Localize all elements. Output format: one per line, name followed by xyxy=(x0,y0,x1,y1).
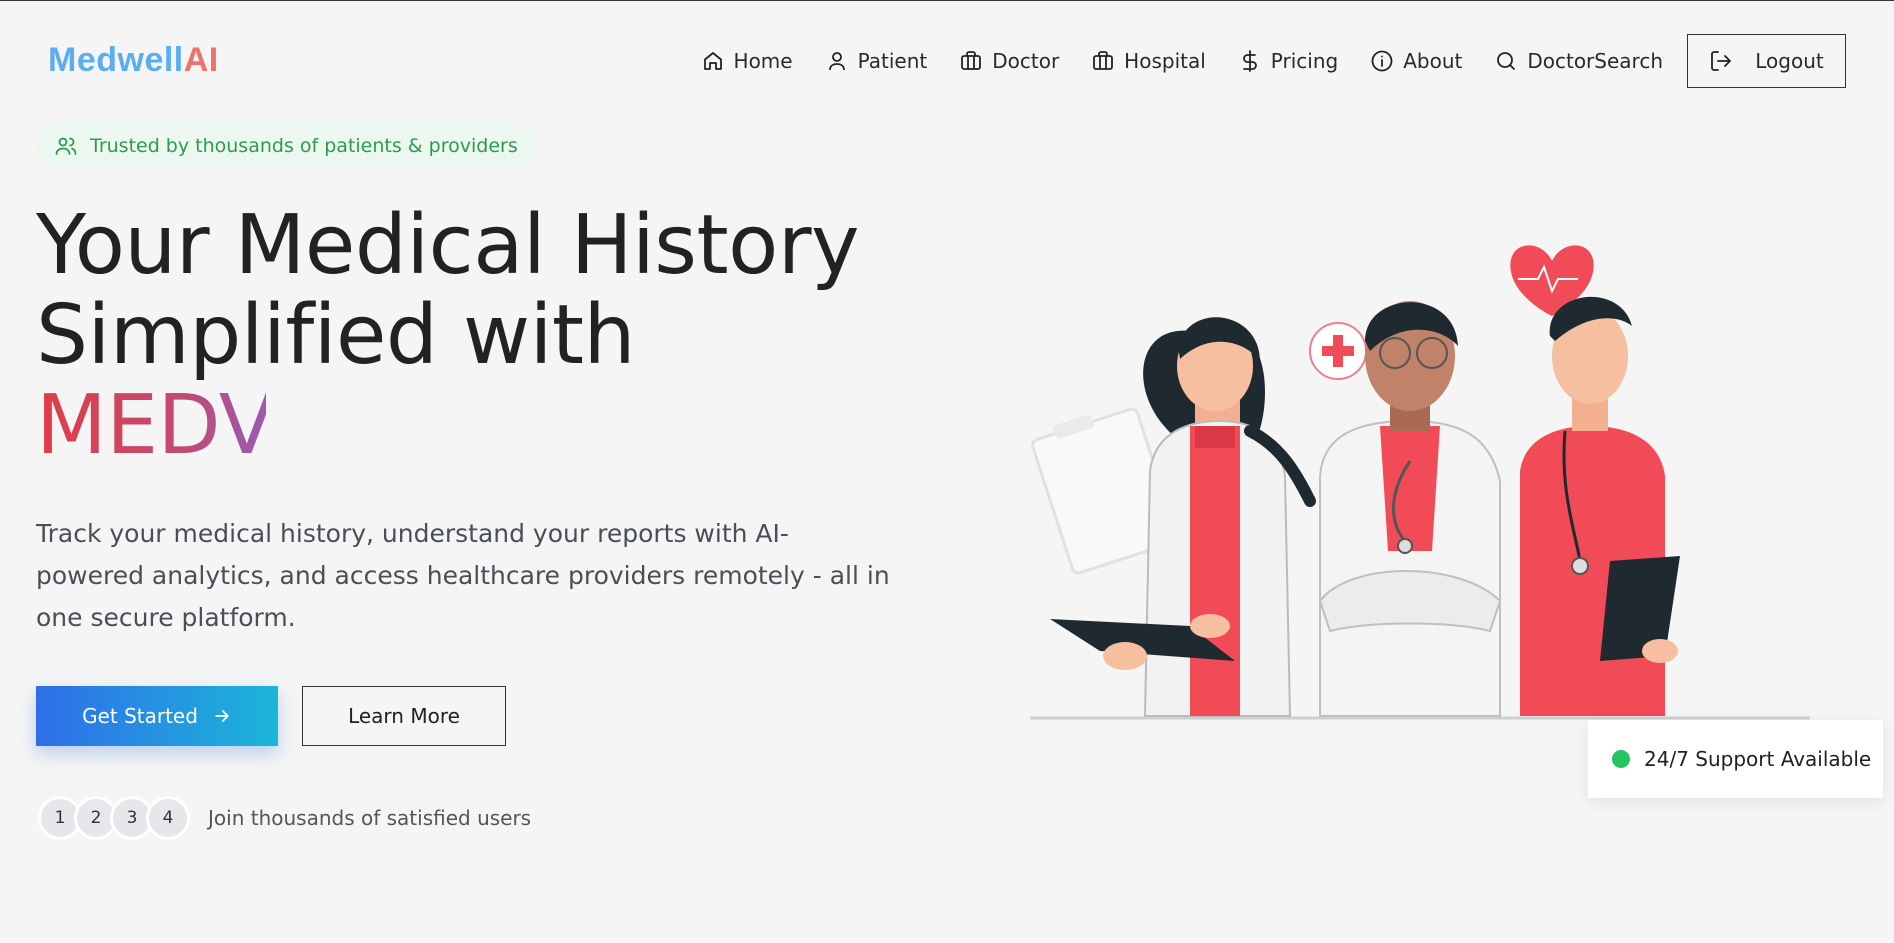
learn-more-button[interactable]: Learn More xyxy=(302,686,506,746)
user-avatars: 1 2 3 4 Join thousands of satisfied user… xyxy=(38,796,531,840)
search-icon xyxy=(1497,52,1516,70)
top-nav: Home Patient Doctor Hospital Pricing Abo… xyxy=(669,34,1846,88)
dollar-icon xyxy=(1242,50,1257,72)
nav-item-hospital[interactable]: Hospital xyxy=(1091,49,1206,73)
logout-button[interactable]: Logout xyxy=(1687,34,1846,88)
home-icon xyxy=(703,52,722,70)
nav-item-label: Patient xyxy=(857,49,928,73)
user-icon xyxy=(828,52,845,71)
nav-item-label: About xyxy=(1403,49,1463,73)
info-icon xyxy=(1371,50,1393,72)
nav-item-doctor[interactable]: Doctor xyxy=(959,49,1059,73)
support-card: 24/7 Support Available xyxy=(1588,720,1883,798)
support-card-text: 24/7 Support Available xyxy=(1644,747,1872,771)
male-nurse-figure xyxy=(1520,296,1680,716)
hero-description: Track your medical history, understand y… xyxy=(36,519,890,632)
trust-badge: Trusted by thousands of patients & provi… xyxy=(36,122,536,169)
nav-item-doctor-search[interactable]: DoctorSearch xyxy=(1494,49,1663,73)
social-proof-text: Join thousands of satisfied users xyxy=(208,806,532,830)
avatar: 4 xyxy=(146,796,190,840)
users-icon xyxy=(55,137,77,155)
doctors-illustration xyxy=(1030,245,1810,720)
nav-item-patient[interactable]: Patient xyxy=(825,49,928,73)
nav-item-label: Pricing xyxy=(1270,49,1339,73)
hero-title-line1: Your Medical History xyxy=(36,198,860,293)
briefcase-icon xyxy=(1093,51,1114,70)
logout-label: Logout xyxy=(1755,49,1824,73)
brand-logo-part1: Medwell xyxy=(48,41,184,79)
briefcase-icon xyxy=(961,51,982,70)
nav-item-pricing[interactable]: Pricing xyxy=(1238,49,1338,73)
nav-item-about[interactable]: About xyxy=(1370,49,1462,73)
get-started-label: Get Started xyxy=(82,704,198,728)
hero-title: Your Medical History Simplified with MED… xyxy=(36,198,860,471)
nav-item-label: Home xyxy=(733,49,793,73)
nav-item-label: DoctorSearch xyxy=(1527,49,1663,73)
nav-item-label: Doctor xyxy=(992,49,1060,73)
status-indicator xyxy=(1612,750,1630,768)
arrow-right-icon xyxy=(215,710,229,722)
brand-logo[interactable]: MedwellAI xyxy=(48,41,219,80)
hero-typed-brand: MEDV xyxy=(36,381,266,471)
nav-item-home[interactable]: Home xyxy=(701,49,793,73)
get-started-button[interactable]: Get Started xyxy=(36,686,278,746)
medical-cross-icon xyxy=(1309,322,1367,380)
trust-badge-text: Trusted by thousands of patients & provi… xyxy=(90,134,518,157)
nav-item-label: Hospital xyxy=(1124,49,1206,73)
logout-icon xyxy=(1711,51,1732,71)
hero-title-line2: Simplified with xyxy=(36,288,636,383)
brand-logo-part2: AI xyxy=(183,41,219,79)
